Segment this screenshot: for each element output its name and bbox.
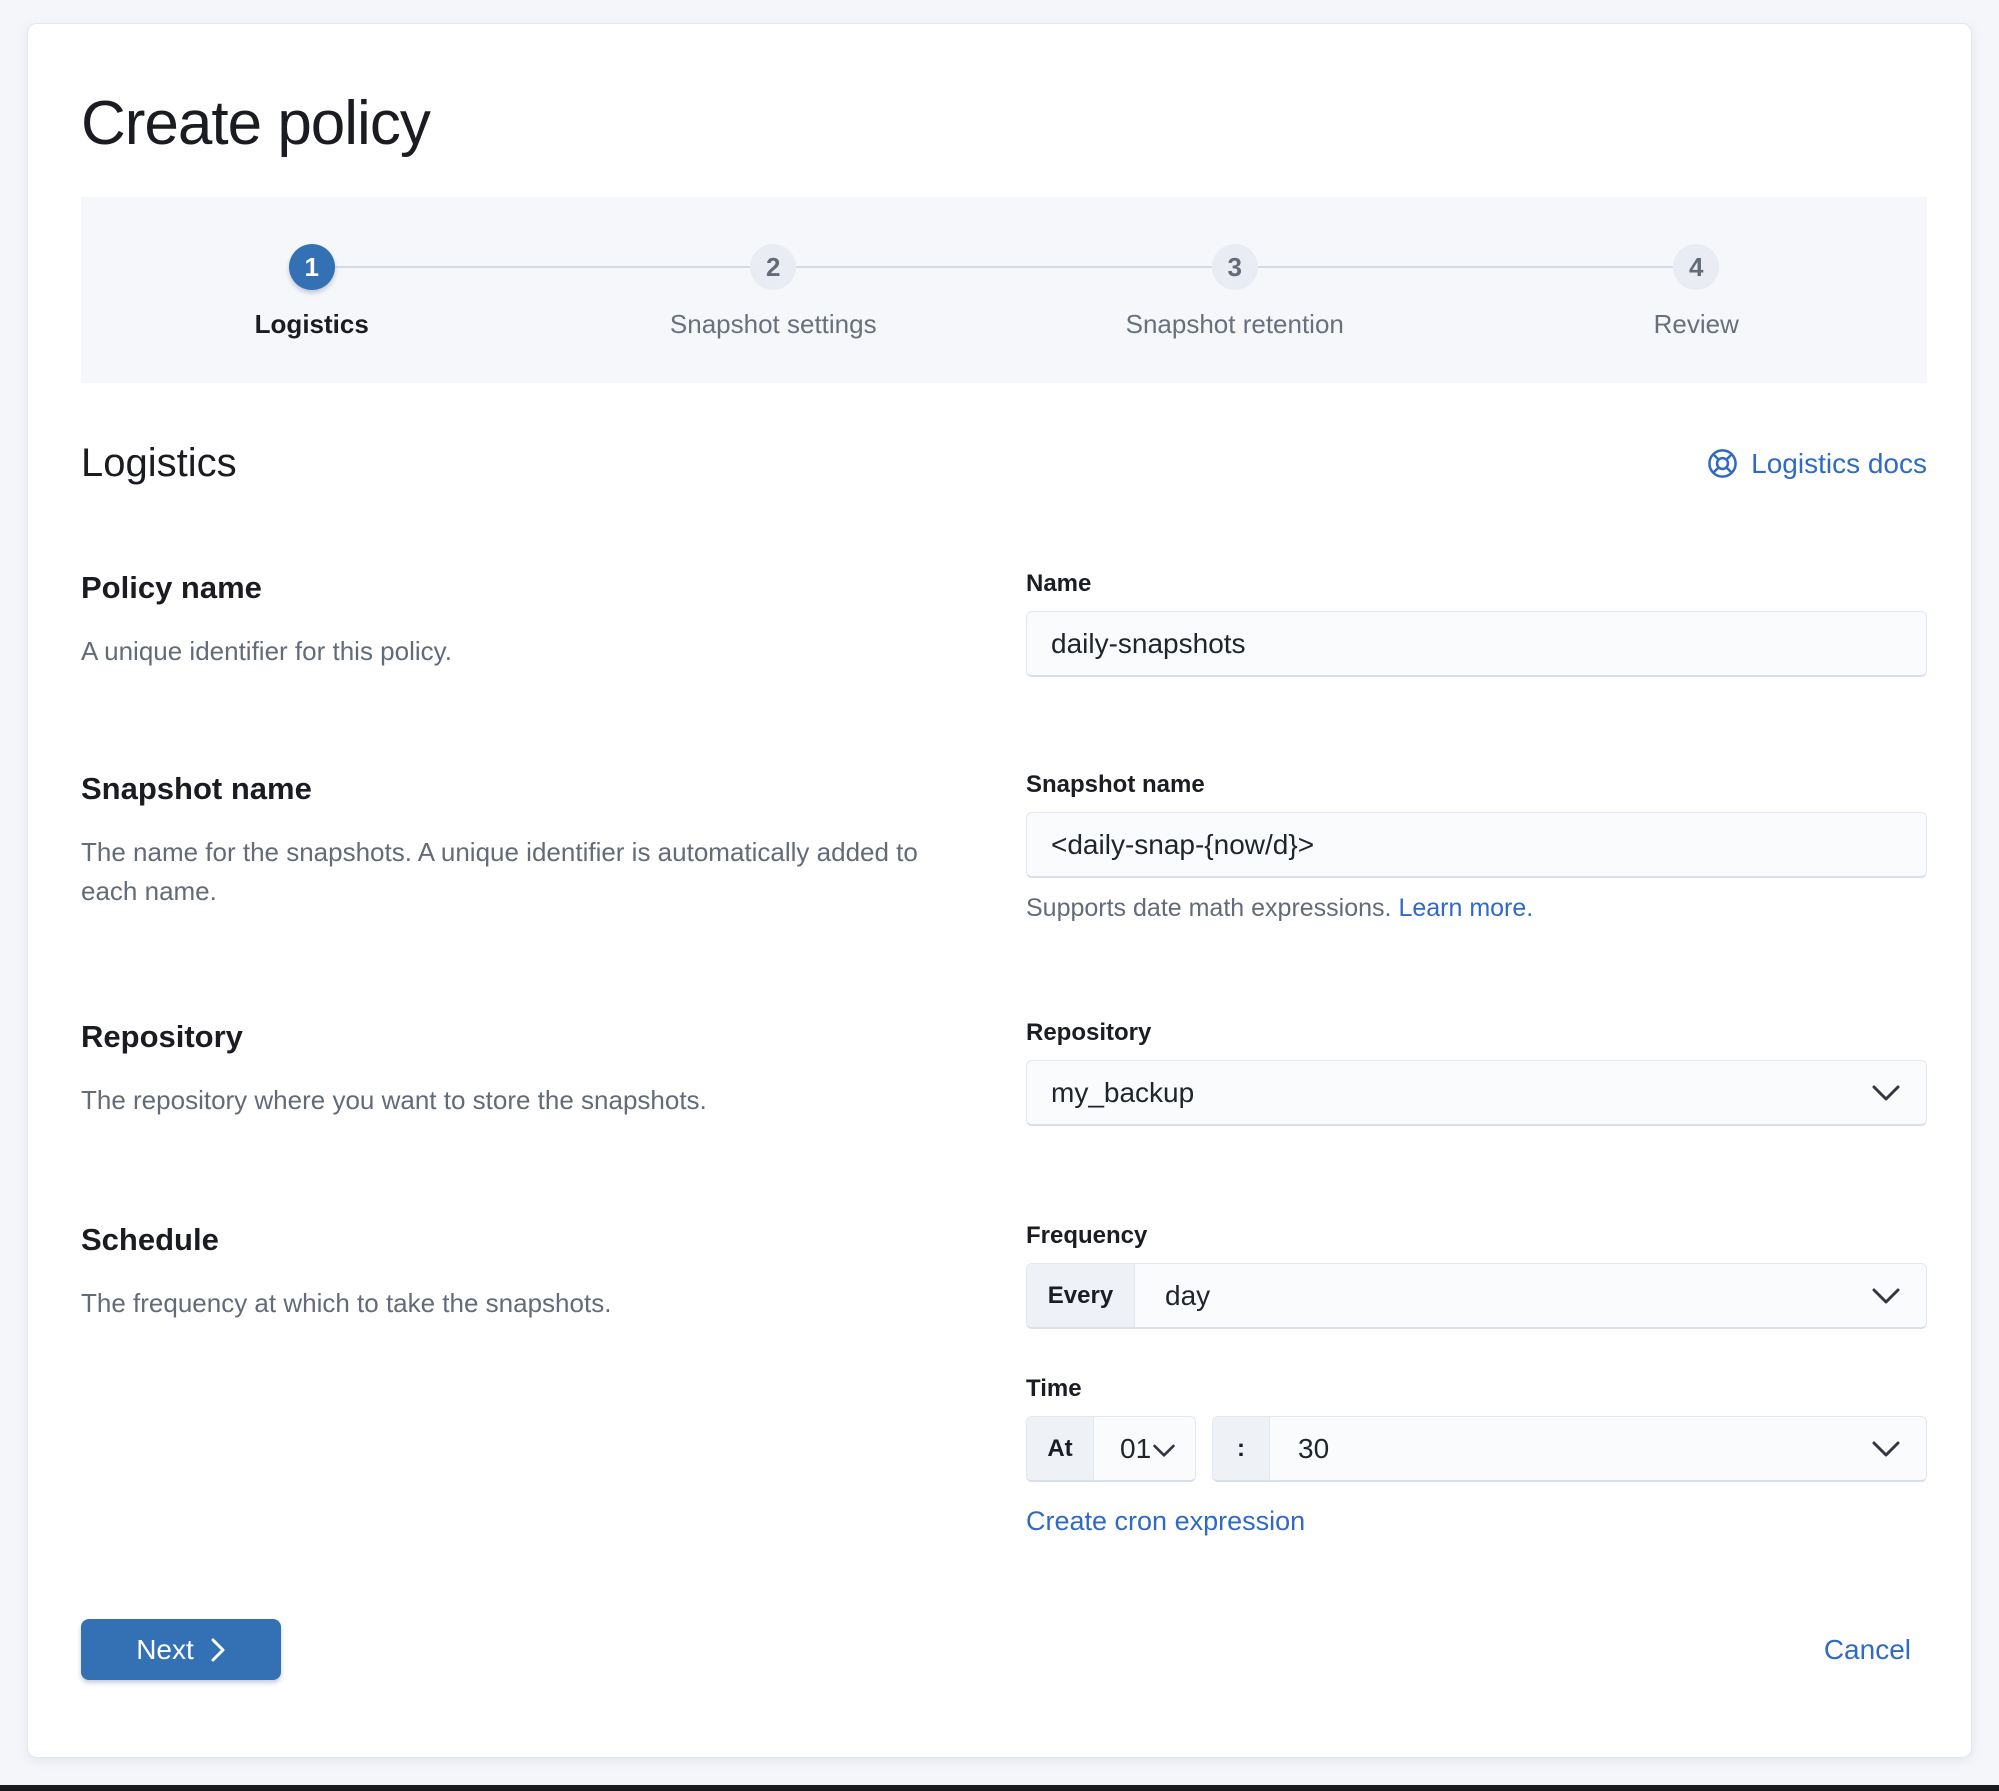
section-title: Logistics <box>81 441 237 485</box>
step-4-circle: 4 <box>1673 244 1720 290</box>
step-3-circle: 3 <box>1211 244 1258 290</box>
help-life-ring-icon <box>1707 448 1738 479</box>
chevron-down-icon <box>1153 1433 1175 1465</box>
hour-selected-value: 01 <box>1120 1432 1152 1464</box>
step-1-circle: 1 <box>288 244 335 290</box>
learn-more-link[interactable]: Learn more. <box>1398 894 1533 922</box>
minute-select[interactable]: : 30 <box>1212 1416 1927 1482</box>
schedule-description: The frequency at which to take the snaps… <box>81 1288 612 1318</box>
chevron-down-icon <box>1872 1077 1900 1109</box>
repository-row: Repository The repository where you want… <box>81 1019 1927 1126</box>
chevron-right-icon <box>211 1638 226 1662</box>
schedule-title: Schedule <box>81 1222 219 1257</box>
policy-name-input[interactable] <box>1026 611 1927 677</box>
policy-name-row: Policy name A unique identifier for this… <box>81 570 1927 677</box>
step-snapshot-retention[interactable]: 3 Snapshot retention <box>1004 244 1466 340</box>
wizard-stepper: 1 Logistics 2 Snapshot settings 3 Snapsh… <box>81 197 1927 383</box>
chevron-down-icon <box>1872 1433 1900 1465</box>
next-button[interactable]: Next <box>81 1619 281 1680</box>
snapshot-name-title: Snapshot name <box>81 771 312 806</box>
cancel-link[interactable]: Cancel <box>1824 1634 1911 1666</box>
repository-description: The repository where you want to store t… <box>81 1085 707 1115</box>
policy-name-title: Policy name <box>81 570 262 605</box>
logistics-docs-label: Logistics docs <box>1751 447 1927 479</box>
frequency-selected-value: day <box>1165 1279 1211 1311</box>
time-separator: : <box>1213 1417 1270 1480</box>
repository-field-label: Repository <box>1026 1019 1152 1046</box>
frequency-field-label: Frequency <box>1026 1222 1148 1249</box>
create-policy-panel: Create policy 1 Logistics 2 Snapshot set… <box>27 23 1972 1758</box>
page-title: Create policy <box>81 89 431 158</box>
schedule-row: Schedule The frequency at which to take … <box>81 1222 1927 1537</box>
chevron-down-icon <box>1872 1280 1900 1312</box>
hour-select[interactable]: At 01 <box>1026 1416 1196 1482</box>
step-2-label: Snapshot settings <box>669 309 877 339</box>
step-1-label: Logistics <box>254 309 369 339</box>
policy-name-description: A unique identifier for this policy. <box>81 636 452 666</box>
snapshot-name-row: Snapshot name The name for the snapshots… <box>81 771 1927 923</box>
repository-select[interactable]: my_backup <box>1026 1060 1927 1126</box>
logistics-docs-link[interactable]: Logistics docs <box>1707 448 1927 480</box>
step-review[interactable]: 4 Review <box>1466 244 1928 340</box>
repository-title: Repository <box>81 1019 243 1054</box>
step-snapshot-settings[interactable]: 2 Snapshot settings <box>543 244 1005 340</box>
step-2-circle: 2 <box>750 244 797 290</box>
repository-selected-value: my_backup <box>1051 1076 1195 1108</box>
frequency-select[interactable]: Every day <box>1026 1263 1927 1329</box>
snapshot-name-help-text: Supports date math expressions. Learn mo… <box>1026 894 1534 922</box>
time-field-label: Time <box>1026 1375 1082 1402</box>
next-button-label: Next <box>136 1633 194 1665</box>
snapshot-name-input[interactable] <box>1026 812 1927 878</box>
window-bottom-edge <box>0 1785 1999 1791</box>
minute-selected-value: 30 <box>1298 1432 1330 1464</box>
snapshot-name-description: The name for the snapshots. A unique ide… <box>81 837 918 906</box>
name-field-label: Name <box>1026 570 1092 597</box>
create-cron-expression-link[interactable]: Create cron expression <box>1026 1506 1305 1537</box>
step-4-label: Review <box>1653 309 1739 339</box>
step-3-label: Snapshot retention <box>1125 309 1344 339</box>
frequency-prepend: Every <box>1027 1264 1135 1327</box>
time-prepend: At <box>1027 1417 1094 1480</box>
snapshot-name-field-label: Snapshot name <box>1026 771 1205 798</box>
step-logistics[interactable]: 1 Logistics <box>81 244 543 340</box>
